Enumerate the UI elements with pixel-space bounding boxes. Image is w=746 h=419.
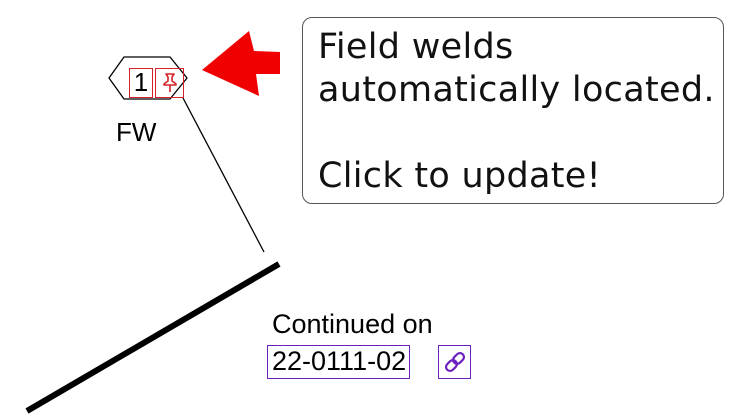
link-icon bbox=[444, 351, 466, 373]
red-arrow bbox=[202, 31, 280, 96]
callout-line-2: automatically located. bbox=[318, 70, 715, 110]
field-weld-label: FW bbox=[116, 117, 157, 147]
pushpin-icon bbox=[163, 73, 177, 92]
callout-line-1: Field welds bbox=[318, 27, 514, 67]
callout-line-3: Click to update! bbox=[318, 156, 601, 196]
pipe-line bbox=[25, 261, 281, 414]
update-callout[interactable]: Field welds automatically located. Click… bbox=[302, 17, 724, 204]
link-button[interactable] bbox=[438, 345, 471, 379]
drawing-link[interactable]: 22-0111-02 bbox=[267, 345, 411, 379]
weld-pin-button[interactable] bbox=[155, 68, 184, 98]
continued-on-label: Continued on bbox=[272, 309, 433, 339]
weld-leader-line bbox=[182, 97, 265, 253]
weld-number: 1 bbox=[129, 68, 153, 98]
callout-spacer bbox=[318, 112, 723, 155]
